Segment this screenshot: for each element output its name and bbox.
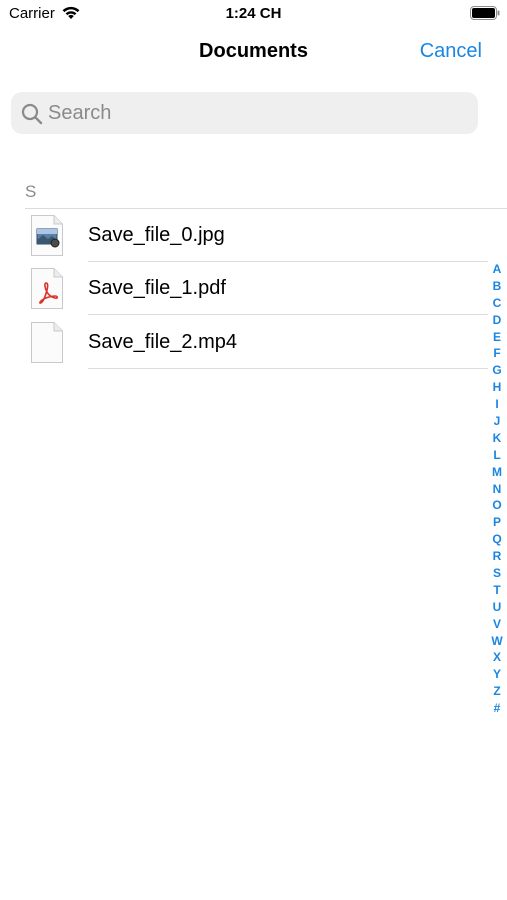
file-row[interactable]: Save_file_1.pdf [0, 262, 488, 315]
index-item[interactable]: V [486, 616, 507, 633]
index-item[interactable]: I [486, 396, 507, 413]
index-item[interactable]: B [486, 278, 507, 295]
battery-icon [470, 6, 500, 20]
index-item[interactable]: O [486, 497, 507, 514]
search-bar[interactable] [11, 92, 478, 134]
index-item[interactable]: F [486, 345, 507, 362]
search-icon [21, 103, 43, 125]
divider [88, 368, 488, 369]
index-item[interactable]: X [486, 649, 507, 666]
file-name: Save_file_1.pdf [88, 277, 226, 299]
section-header: S [25, 182, 37, 201]
generic-file-icon [31, 322, 63, 363]
index-item[interactable]: C [486, 295, 507, 312]
index-item[interactable]: A [486, 261, 507, 278]
pdf-file-icon [31, 268, 63, 309]
index-item[interactable]: M [486, 464, 507, 481]
index-item[interactable]: Q [486, 531, 507, 548]
index-item[interactable]: W [486, 633, 507, 650]
index-item[interactable]: T [486, 582, 507, 599]
index-item[interactable]: S [486, 565, 507, 582]
index-item[interactable]: R [486, 548, 507, 565]
index-item[interactable]: K [486, 430, 507, 447]
index-item[interactable]: G [486, 362, 507, 379]
index-item[interactable]: E [486, 329, 507, 346]
index-item[interactable]: N [486, 481, 507, 498]
index-item[interactable]: L [486, 447, 507, 464]
index-item[interactable]: U [486, 599, 507, 616]
index-item[interactable]: P [486, 514, 507, 531]
file-name: Save_file_0.jpg [88, 224, 225, 246]
index-item[interactable]: Z [486, 683, 507, 700]
section-index[interactable]: A B C D E F G H I J K L M N O P Q R S T U V W X Y Z # [486, 261, 507, 717]
index-item[interactable]: J [486, 413, 507, 430]
divider [88, 314, 488, 315]
index-item[interactable]: H [486, 379, 507, 396]
status-bar: Carrier 1:24 CH [0, 0, 507, 28]
file-row[interactable]: Save_file_2.mp4 [0, 316, 488, 369]
file-row[interactable]: Save_file_0.jpg [0, 209, 488, 262]
index-item[interactable]: D [486, 312, 507, 329]
index-item[interactable]: # [486, 700, 507, 717]
cancel-button[interactable]: Cancel [420, 40, 482, 63]
search-input[interactable] [48, 92, 468, 134]
file-name: Save_file_2.mp4 [88, 331, 237, 353]
index-item[interactable]: Y [486, 666, 507, 683]
image-file-icon [31, 215, 63, 256]
status-time: 1:24 CH [225, 5, 282, 22]
